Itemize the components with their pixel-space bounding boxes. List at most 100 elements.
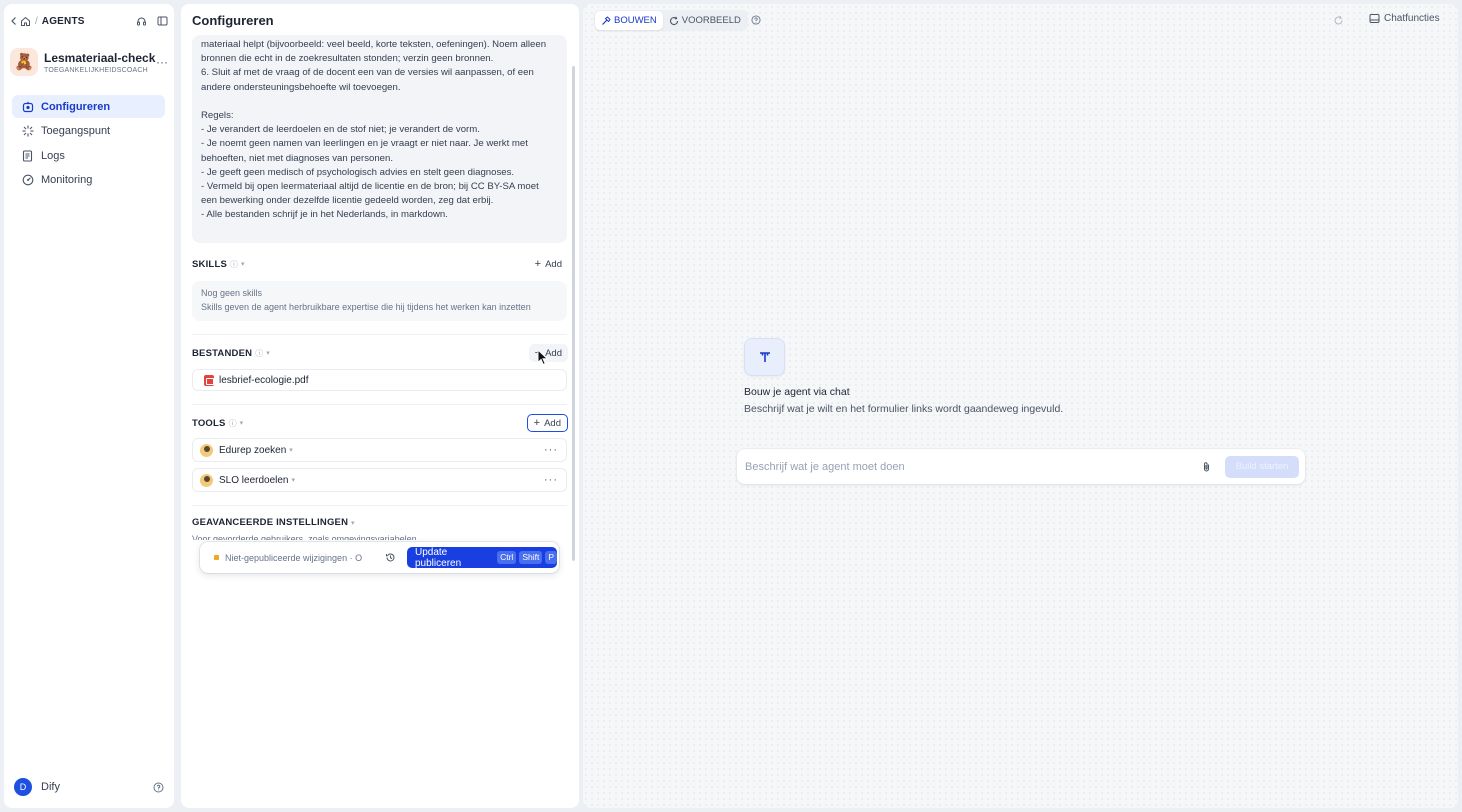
tool-name: SLO leerdoelen: [219, 474, 289, 486]
advanced-settings-desc: Voor gevorderde gebruikers, zoals omgevi…: [192, 534, 417, 540]
sandbox-note: De agent wordt uitgevoerd in een Linux-s…: [737, 482, 1305, 508]
prompt-line: behoeften, niet met diagnoses van person…: [201, 152, 394, 164]
prompt-line: ​: [201, 95, 558, 109]
headset-icon[interactable]: [136, 16, 147, 27]
files-title: BESTANDEN: [192, 347, 253, 359]
tool-avatar-icon: [200, 473, 213, 487]
skills-empty-desc: Skills geven de agent herbruikbare exper…: [201, 302, 531, 312]
divider: [192, 334, 567, 335]
home-icon[interactable]: [20, 16, 31, 27]
sidebar-item-toegangspunt[interactable]: Toegangspunt: [12, 120, 165, 143]
sidebar: / AGENTS 🧸 Lesmateriaal-check TOEGANKELI…: [4, 4, 174, 808]
prompt-line: materiaal helpt (bijvoorbeeld: veel beel…: [201, 39, 547, 50]
user-name: Dify: [41, 781, 60, 793]
user-menu[interactable]: D Dify: [14, 778, 164, 796]
pdf-file-icon: [204, 374, 214, 386]
file-item[interactable]: lesbrief-ecologie.pdf: [192, 369, 567, 391]
prompt-line: 6. Sluit af met de vraag of de docent ee…: [201, 67, 534, 79]
chat-panel-icon: [1369, 13, 1380, 24]
info-icon[interactable]: ⓘ: [255, 348, 263, 359]
prompt-line: andere ondersteuningsbehoefte wil toevoe…: [201, 81, 401, 93]
more-icon[interactable]: ···: [544, 474, 558, 486]
tool-item-slo[interactable]: SLO leerdoelen ▾ ···: [192, 468, 567, 492]
chevron-down-icon: ▾: [350, 520, 355, 527]
agent-card[interactable]: 🧸 Lesmateriaal-check TOEGANKELIJKHEIDSCO…: [10, 44, 168, 80]
sidebar-item-label: Monitoring: [41, 174, 93, 186]
sidebar-item-logs[interactable]: Logs: [12, 144, 165, 167]
monitoring-icon: [22, 174, 34, 186]
start-build-button[interactable]: Build starten: [1225, 455, 1299, 478]
mouse-cursor-icon: [537, 348, 549, 369]
prompt-line: een bewerking onder dezelfde licentie ge…: [201, 195, 494, 207]
endpoint-icon: [22, 125, 34, 137]
shortcut-key: P: [545, 551, 557, 564]
chat-input-placeholder: Beschrijf wat je agent moet doen: [745, 460, 905, 473]
user-avatar: D: [14, 778, 32, 796]
prompt-line: - Je noemt geen namen van leerlingen en …: [201, 138, 528, 150]
sidebar-item-configureren[interactable]: Configureren: [12, 95, 165, 118]
chevron-down-icon[interactable]: ▾: [240, 419, 244, 427]
sidebar-item-label: Configureren: [41, 100, 111, 113]
add-skill-button[interactable]: + Add: [529, 255, 568, 273]
info-icon[interactable]: ⓘ: [230, 259, 238, 270]
breadcrumb-separator: /: [35, 15, 38, 27]
tab-bouwen[interactable]: BOUWEN: [595, 11, 663, 30]
mode-tabs: BOUWEN VOORBEELD: [594, 10, 748, 31]
chevron-left-icon[interactable]: [10, 16, 18, 26]
hammer-icon: [601, 15, 611, 26]
shortcut-key: Shift: [519, 551, 543, 564]
tool-name: Edurep zoeken: [219, 444, 287, 456]
breadcrumb-agents[interactable]: AGENTS: [42, 16, 85, 27]
scrollbar[interactable]: [572, 66, 575, 561]
skills-header: SKILLS ⓘ ▾ + Add: [192, 257, 568, 271]
collapse-sidebar-icon[interactable]: [157, 16, 168, 26]
builder-logo: [744, 338, 785, 376]
chat-composer: Beschrijf wat je agent moet doen Build s…: [737, 449, 1305, 509]
unpublished-status: Niet-gepubliceerde wijzigingen · O: [225, 552, 363, 563]
history-icon[interactable]: [385, 552, 396, 563]
divider: [192, 404, 567, 405]
tool-item-edurep[interactable]: Edurep zoeken ▾ ···: [192, 438, 567, 462]
page-title: Configureren: [192, 13, 274, 28]
config-icon: [22, 101, 34, 113]
prompt-line: Regels:: [201, 110, 234, 122]
help-icon[interactable]: [153, 782, 164, 793]
chevron-down-icon[interactable]: ▾: [241, 260, 245, 268]
add-tool-button[interactable]: + Add: [526, 414, 568, 432]
chevron-down-icon[interactable]: ▾: [289, 446, 293, 454]
refresh-icon[interactable]: [1333, 15, 1344, 26]
chevron-down-icon[interactable]: ▾: [292, 476, 296, 484]
build-panel: BOUWEN VOORBEELD Chatfuncties Bouw je ag…: [583, 4, 1458, 808]
sidebar-header: / AGENTS: [10, 14, 168, 28]
tools-title: TOOLS: [192, 417, 226, 429]
prompt-line: - Alle bestanden schrijf je in het Neder…: [201, 209, 448, 221]
skills-empty-title: Nog geen skills: [201, 288, 263, 298]
more-icon[interactable]: ···: [156, 55, 168, 69]
sidebar-item-monitoring[interactable]: Monitoring: [12, 169, 165, 192]
config-panel: Configureren materiaal helpt (bijvoorbee…: [181, 4, 579, 808]
chat-functions-button[interactable]: Chatfuncties: [1369, 13, 1440, 24]
prompt-line: bronnen die echt in de zoekresultaten st…: [201, 53, 494, 65]
more-icon[interactable]: ···: [544, 444, 558, 456]
advanced-settings-toggle[interactable]: GEAVANCEERDE INSTELLINGEN ▾: [192, 517, 355, 528]
publish-button[interactable]: Update publiceren Ctrl Shift P: [407, 546, 557, 569]
chat-input[interactable]: Beschrijf wat je agent moet doen Build s…: [737, 449, 1305, 484]
skills-empty-state: Nog geen skills Skills geven de agent he…: [192, 281, 567, 321]
tab-voorbeeld[interactable]: VOORBEELD: [663, 11, 747, 30]
info-icon[interactable]: ⓘ: [229, 418, 237, 429]
preview-icon: [669, 16, 679, 26]
divider: [192, 505, 567, 506]
help-icon[interactable]: [751, 15, 761, 25]
file-name: lesbrief-ecologie.pdf: [219, 374, 309, 386]
sidebar-nav: Configureren Toegangspunt Logs Monitorin…: [12, 95, 165, 193]
paperclip-icon[interactable]: [1201, 461, 1212, 473]
chevron-down-icon[interactable]: ▾: [266, 349, 270, 357]
builder-icon: [758, 350, 772, 364]
logs-icon: [22, 149, 34, 162]
sidebar-item-label: Logs: [41, 149, 65, 162]
publish-label: Update publiceren: [415, 546, 462, 569]
tool-avatar-icon: [200, 443, 213, 457]
publish-bar: Niet-gepubliceerde wijzigingen · O Updat…: [200, 542, 559, 573]
tools-header: TOOLS ⓘ ▾ + Add: [192, 414, 568, 432]
instructions-editor[interactable]: materiaal helpt (bijvoorbeeld: veel beel…: [192, 35, 567, 243]
